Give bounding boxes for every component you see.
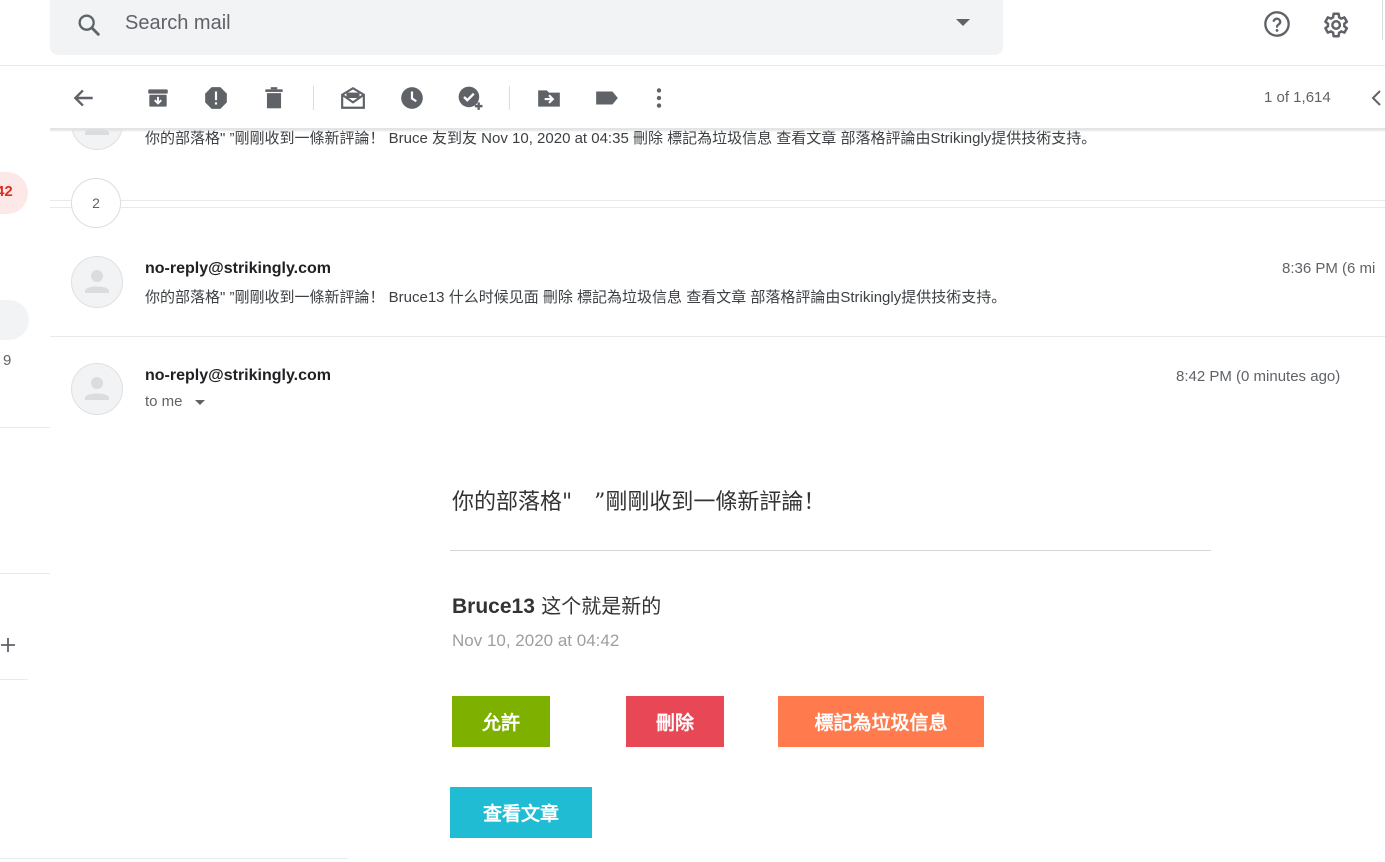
toolbar-separator bbox=[509, 86, 510, 110]
back-arrow-icon[interactable] bbox=[71, 85, 97, 111]
divider bbox=[50, 207, 1385, 208]
approve-button[interactable]: 允許 bbox=[452, 696, 550, 747]
commenter-name: Bruce13 bbox=[452, 595, 535, 618]
comment-text: 这个就是新的 bbox=[534, 594, 662, 618]
comment-date: Nov 10, 2020 at 04:42 bbox=[452, 631, 620, 650]
delete-icon[interactable] bbox=[261, 85, 287, 111]
more-vert-icon[interactable] bbox=[646, 85, 672, 111]
search-icon[interactable] bbox=[75, 11, 103, 39]
gear-icon[interactable] bbox=[1320, 10, 1350, 40]
nav-count: 9 bbox=[3, 352, 12, 369]
collapsed-messages-button[interactable]: 2 bbox=[71, 178, 121, 228]
toolbar-shadow bbox=[50, 128, 1385, 132]
avatar bbox=[71, 363, 123, 415]
message-snippet[interactable]: 你的部落格" ”剛剛收到一條新評論！ Bruce13 什么时候见面 刪除 標記為… bbox=[145, 286, 1006, 307]
sender-name[interactable]: no-reply@strikingly.com bbox=[145, 260, 331, 278]
divider bbox=[50, 200, 1385, 201]
add-to-tasks-icon[interactable] bbox=[457, 85, 483, 111]
mark-unread-icon[interactable] bbox=[340, 85, 366, 111]
avatar bbox=[71, 256, 123, 308]
label-icon[interactable] bbox=[594, 85, 620, 111]
view-post-button[interactable]: 查看文章 bbox=[450, 787, 592, 838]
divider bbox=[450, 550, 1211, 551]
divider bbox=[0, 573, 50, 574]
delete-button[interactable]: 刪除 bbox=[626, 696, 724, 747]
comment-line: Bruce13 这个就是新的 bbox=[452, 590, 661, 619]
recipient-label[interactable]: to me bbox=[145, 393, 183, 410]
toolbar-separator bbox=[313, 86, 314, 110]
move-to-icon[interactable] bbox=[536, 85, 562, 111]
snooze-icon[interactable] bbox=[399, 85, 425, 111]
divider bbox=[0, 679, 28, 680]
sender-name[interactable]: no-reply@strikingly.com bbox=[145, 367, 331, 385]
archive-icon[interactable] bbox=[145, 85, 171, 111]
mark-spam-button[interactable]: 標記為垃圾信息 bbox=[778, 696, 984, 747]
search-input[interactable]: Search mail bbox=[125, 12, 231, 35]
toolbar bbox=[50, 66, 1385, 129]
message-time: 8:36 PM (6 mi bbox=[1282, 260, 1376, 277]
add-icon[interactable] bbox=[0, 636, 16, 654]
message-time: 8:42 PM (0 minutes ago) bbox=[1176, 368, 1341, 385]
email-heading: 你的部落格" ”剛剛收到一條新評論！ bbox=[452, 490, 826, 515]
page-count: 1 of 1,614 bbox=[1264, 89, 1331, 106]
help-icon[interactable] bbox=[1263, 10, 1291, 38]
divider bbox=[1382, 0, 1383, 40]
unread-count: 42 bbox=[0, 183, 13, 200]
report-spam-icon[interactable] bbox=[203, 85, 229, 111]
divider bbox=[0, 858, 348, 859]
nav-item[interactable] bbox=[0, 300, 29, 340]
chevron-down-icon[interactable] bbox=[195, 400, 205, 405]
chevron-left-icon[interactable] bbox=[1368, 88, 1384, 108]
divider bbox=[0, 427, 50, 428]
divider bbox=[50, 336, 1385, 337]
chevron-down-icon[interactable] bbox=[956, 19, 970, 26]
